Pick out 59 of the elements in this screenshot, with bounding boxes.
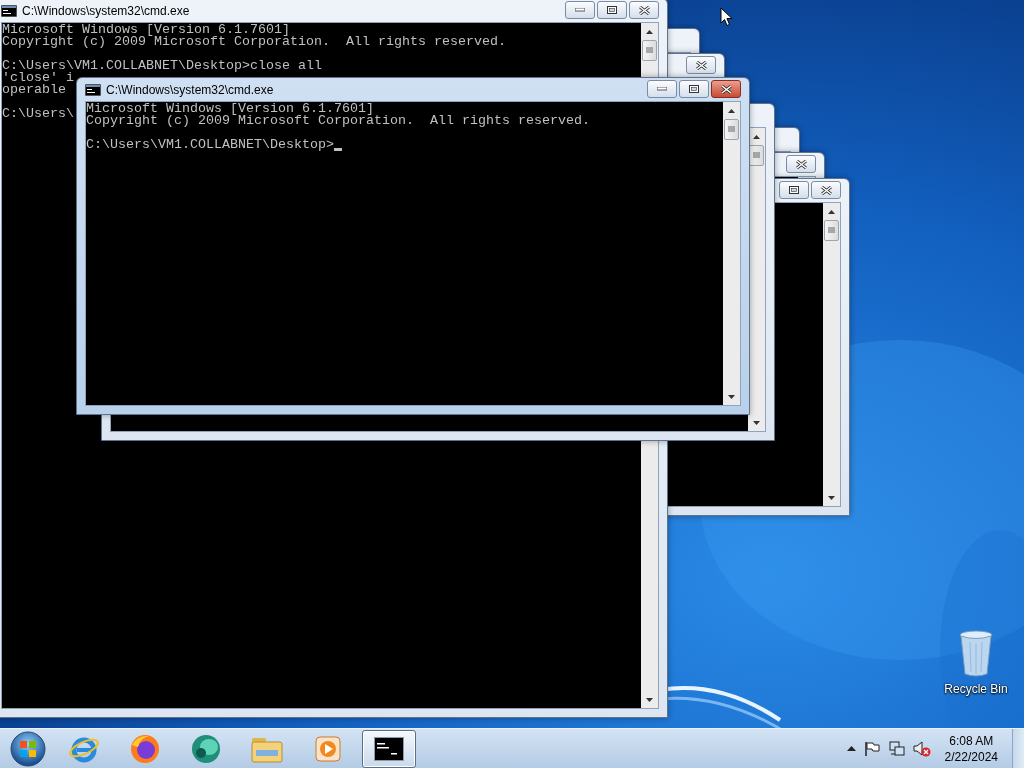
close-button[interactable] <box>711 80 741 98</box>
caret-up-icon[interactable] <box>846 746 856 751</box>
close-button[interactable] <box>811 181 841 199</box>
minimize-icon <box>575 8 585 12</box>
clock-date: 2/22/2024 <box>944 748 998 765</box>
scroll-up-icon[interactable] <box>646 29 653 34</box>
console-icon <box>374 736 404 761</box>
scroll-thumb-icon[interactable] <box>728 126 735 133</box>
mouse-pointer-icon <box>720 7 733 27</box>
console-icon <box>1 4 17 17</box>
close-icon <box>720 84 732 94</box>
console-line: Microsoft Windows [Version 6.1.7601] <box>2 24 290 36</box>
minimize-icon <box>657 87 667 91</box>
clock-time: 6:08 AM <box>949 732 994 749</box>
console-line: operable <box>2 84 66 96</box>
maximize-button[interactable] <box>597 1 627 19</box>
maximize-icon <box>689 85 699 93</box>
trash-bin-icon[interactable] <box>958 630 994 678</box>
maximize-button[interactable] <box>679 80 709 98</box>
scroll-thumb-icon[interactable] <box>646 47 653 54</box>
close-icon <box>638 5 650 15</box>
scroll-down-icon[interactable] <box>753 420 760 425</box>
network-icon[interactable] <box>887 740 905 757</box>
scroll-down-icon[interactable] <box>828 495 835 500</box>
scroll-up-icon[interactable] <box>753 134 760 139</box>
scroll-thumb-icon[interactable] <box>828 227 835 234</box>
close-button[interactable] <box>629 1 659 19</box>
desktop-icon-label: Recycle Bin <box>944 682 1008 696</box>
console-line: C:\Users\VM1.COLLABNET\Desktop> <box>86 139 334 151</box>
scroll-thumb-icon[interactable] <box>753 152 760 159</box>
close-icon <box>795 159 807 169</box>
console-line: C:\Users\VM1.COLLABNET\Desktop>close all <box>2 60 322 72</box>
maximize-icon <box>789 186 799 194</box>
flag-icon[interactable] <box>863 740 880 757</box>
maximize-icon <box>607 6 617 14</box>
console-line: 'close' i <box>2 72 74 84</box>
console-line: Copyright (c) 2009 Microsoft Corporation. All rights reserved. <box>86 115 590 127</box>
close-button[interactable] <box>786 155 816 173</box>
console-line: C:\Users\ <box>2 108 74 120</box>
console-window[interactable]: C:\Windows\system32\cmd.exe Microsoft Windows [Version 6.1.7601] Copyright (c) 2009 Microsoft Corporation. All rights reserved. C:\Users\VM1.COLLABNET\Desktop> <box>76 77 750 415</box>
window-title: C:\Windows\system32\cmd.exe <box>106 82 275 97</box>
orb-icon <box>189 732 223 765</box>
play-icon <box>313 733 343 764</box>
windows-orb-icon <box>9 729 47 768</box>
close-icon <box>695 60 707 70</box>
window-title: C:\Windows\system32\cmd.exe <box>22 3 191 18</box>
close-icon <box>820 185 832 195</box>
taskbar-button[interactable] <box>362 729 416 768</box>
console-icon <box>85 83 101 96</box>
maximize-button[interactable] <box>779 181 809 199</box>
console-line: Copyright (c) 2009 Microsoft Corporation. All rights reserved. <box>2 36 506 48</box>
scroll-up-icon[interactable] <box>828 209 835 214</box>
flame-orb-icon <box>129 732 161 765</box>
speaker-muted-icon[interactable] <box>912 740 931 757</box>
scroll-down-icon[interactable] <box>646 697 653 702</box>
console-line: Microsoft Windows [Version 6.1.7601] <box>86 103 374 115</box>
close-button[interactable] <box>686 56 716 74</box>
scroll-up-icon[interactable] <box>728 108 735 113</box>
scroll-down-icon[interactable] <box>728 394 735 399</box>
